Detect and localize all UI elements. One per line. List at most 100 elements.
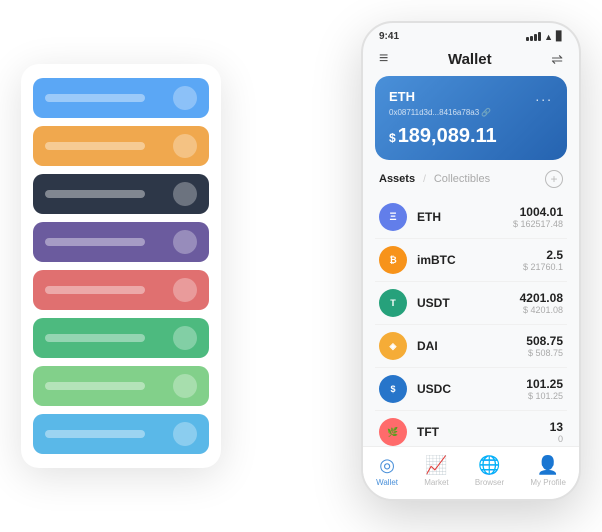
card-item-text-7 bbox=[45, 382, 145, 390]
eth-card-top: ETH ... bbox=[389, 88, 553, 104]
status-icons: ▲ ▊ bbox=[526, 31, 563, 42]
asset-row-dai[interactable]: ◈ DAI 508.75 $ 508.75 bbox=[375, 325, 567, 368]
eth-card[interactable]: ETH ... 0x08711d3d...8416a78a3 🔗 $189,08… bbox=[375, 76, 567, 160]
phone-mockup: 9:41 ▲ ▊ ≡ Wallet ⇌ ETH ... bbox=[361, 21, 581, 501]
bottom-nav: ◎ Wallet 📈 Market 🌐 Browser 👤 My Profile bbox=[363, 446, 579, 499]
card-item-icon-2 bbox=[173, 134, 197, 158]
asset-row-eth[interactable]: Ξ ETH 1004.01 $ 162517.48 bbox=[375, 196, 567, 239]
eth-amount: 1004.01 bbox=[513, 205, 563, 219]
phone-header: ≡ Wallet ⇌ bbox=[363, 46, 579, 76]
tab-separator: / bbox=[423, 174, 426, 185]
card-item-5[interactable] bbox=[33, 270, 209, 310]
eth-card-dollar-sign: $ bbox=[389, 131, 396, 145]
imbtc-icon: ₿ bbox=[379, 246, 407, 274]
status-bar: 9:41 ▲ ▊ bbox=[363, 23, 579, 46]
nav-market[interactable]: 📈 Market bbox=[424, 455, 448, 487]
card-item-icon-3 bbox=[173, 182, 197, 206]
card-item-1[interactable] bbox=[33, 78, 209, 118]
usdc-usd: $ 101.25 bbox=[526, 391, 563, 401]
asset-row-usdt[interactable]: T USDT 4201.08 $ 4201.08 bbox=[375, 282, 567, 325]
add-asset-button[interactable]: + bbox=[545, 170, 563, 188]
usdc-name: USDC bbox=[417, 382, 526, 396]
usdt-amount: 4201.08 bbox=[520, 291, 563, 305]
browser-nav-icon: 🌐 bbox=[478, 455, 500, 476]
card-item-icon-6 bbox=[173, 326, 197, 350]
dai-amount: 508.75 bbox=[526, 334, 563, 348]
market-nav-icon: 📈 bbox=[425, 455, 447, 476]
asset-row-imbtc[interactable]: ₿ imBTC 2.5 $ 21760.1 bbox=[375, 239, 567, 282]
assets-tabs: Assets / Collectibles bbox=[379, 173, 490, 185]
card-item-icon-5 bbox=[173, 278, 197, 302]
card-item-icon-1 bbox=[173, 86, 197, 110]
card-item-2[interactable] bbox=[33, 126, 209, 166]
asset-row-usdc[interactable]: $ USDC 101.25 $ 101.25 bbox=[375, 368, 567, 411]
card-item-text-1 bbox=[45, 94, 145, 102]
page-title: Wallet bbox=[448, 51, 492, 68]
tft-name: TFT bbox=[417, 425, 550, 439]
tab-collectibles[interactable]: Collectibles bbox=[434, 173, 490, 185]
card-item-6[interactable] bbox=[33, 318, 209, 358]
card-item-text-8 bbox=[45, 430, 145, 438]
dai-name: DAI bbox=[417, 339, 526, 353]
expand-icon[interactable]: ⇌ bbox=[551, 51, 563, 68]
tft-values: 13 0 bbox=[550, 420, 563, 444]
usdc-icon: $ bbox=[379, 375, 407, 403]
menu-icon[interactable]: ≡ bbox=[379, 50, 388, 68]
dai-usd: $ 508.75 bbox=[526, 348, 563, 358]
nav-wallet[interactable]: ◎ Wallet bbox=[376, 455, 398, 487]
wifi-icon: ▲ bbox=[544, 32, 553, 42]
asset-list: Ξ ETH 1004.01 $ 162517.48 ₿ imBTC 2.5 $ … bbox=[363, 196, 579, 446]
card-item-4[interactable] bbox=[33, 222, 209, 262]
card-item-text-5 bbox=[45, 286, 145, 294]
profile-nav-label: My Profile bbox=[530, 478, 566, 487]
signal-icon bbox=[526, 32, 541, 41]
imbtc-name: imBTC bbox=[417, 253, 523, 267]
scene: 9:41 ▲ ▊ ≡ Wallet ⇌ ETH ... bbox=[21, 21, 581, 511]
dai-values: 508.75 $ 508.75 bbox=[526, 334, 563, 358]
usdt-usd: $ 4201.08 bbox=[520, 305, 563, 315]
tft-icon: 🌿 bbox=[379, 418, 407, 446]
usdt-icon: T bbox=[379, 289, 407, 317]
eth-card-address: 0x08711d3d...8416a78a3 🔗 bbox=[389, 108, 553, 117]
profile-nav-icon: 👤 bbox=[537, 455, 559, 476]
eth-card-amount: $189,089.11 bbox=[389, 125, 553, 148]
nav-profile[interactable]: 👤 My Profile bbox=[530, 455, 566, 487]
imbtc-values: 2.5 $ 21760.1 bbox=[523, 248, 563, 272]
battery-icon: ▊ bbox=[556, 31, 563, 42]
eth-card-menu-icon[interactable]: ... bbox=[535, 88, 553, 104]
imbtc-usd: $ 21760.1 bbox=[523, 262, 563, 272]
asset-row-tft[interactable]: 🌿 TFT 13 0 bbox=[375, 411, 567, 446]
card-item-7[interactable] bbox=[33, 366, 209, 406]
eth-card-title: ETH bbox=[389, 89, 415, 104]
usdc-amount: 101.25 bbox=[526, 377, 563, 391]
nav-browser[interactable]: 🌐 Browser bbox=[475, 455, 504, 487]
usdt-values: 4201.08 $ 4201.08 bbox=[520, 291, 563, 315]
card-item-text-6 bbox=[45, 334, 145, 342]
imbtc-amount: 2.5 bbox=[523, 248, 563, 262]
usdt-name: USDT bbox=[417, 296, 520, 310]
card-item-3[interactable] bbox=[33, 174, 209, 214]
card-item-text-3 bbox=[45, 190, 145, 198]
tft-usd: 0 bbox=[550, 434, 563, 444]
assets-header: Assets / Collectibles + bbox=[363, 170, 579, 196]
eth-name: ETH bbox=[417, 210, 513, 224]
status-time: 9:41 bbox=[379, 31, 399, 42]
tab-assets[interactable]: Assets bbox=[379, 173, 415, 185]
card-item-8[interactable] bbox=[33, 414, 209, 454]
eth-usd: $ 162517.48 bbox=[513, 219, 563, 229]
market-nav-label: Market bbox=[424, 478, 448, 487]
card-item-icon-8 bbox=[173, 422, 197, 446]
usdc-values: 101.25 $ 101.25 bbox=[526, 377, 563, 401]
dai-icon: ◈ bbox=[379, 332, 407, 360]
eth-values: 1004.01 $ 162517.48 bbox=[513, 205, 563, 229]
wallet-nav-label: Wallet bbox=[376, 478, 398, 487]
eth-icon: Ξ bbox=[379, 203, 407, 231]
card-item-icon-7 bbox=[173, 374, 197, 398]
card-item-text-4 bbox=[45, 238, 145, 246]
card-stack bbox=[21, 64, 221, 468]
wallet-nav-icon: ◎ bbox=[379, 455, 395, 476]
tft-amount: 13 bbox=[550, 420, 563, 434]
card-item-text-2 bbox=[45, 142, 145, 150]
card-item-icon-4 bbox=[173, 230, 197, 254]
browser-nav-label: Browser bbox=[475, 478, 504, 487]
